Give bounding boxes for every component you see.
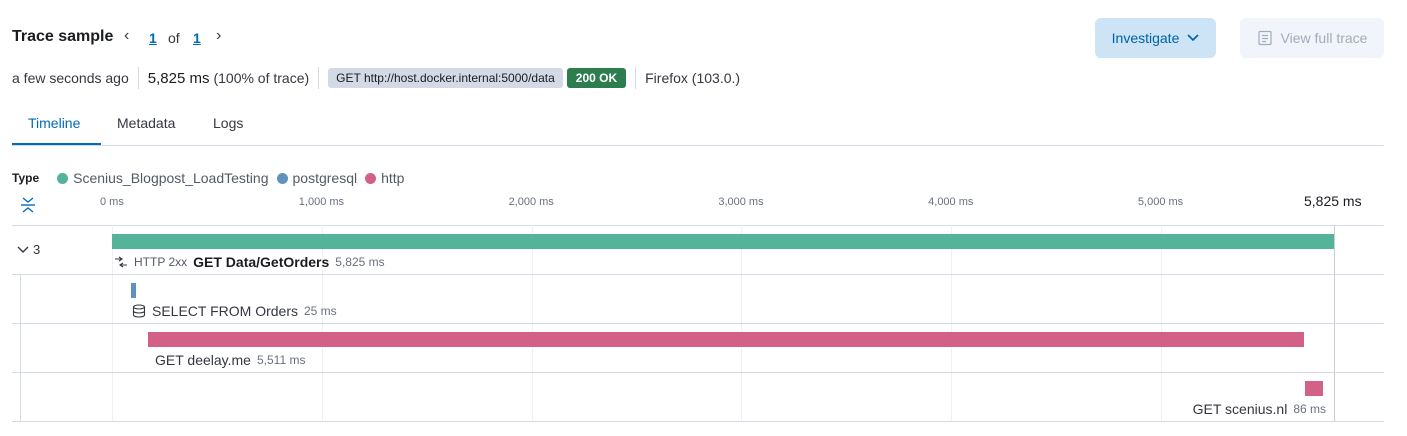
span-bar-http[interactable] (1304, 381, 1323, 396)
span-prefix: HTTP 2xx (134, 255, 188, 269)
child-count: 3 (33, 242, 41, 257)
child-indent-guide (20, 275, 21, 421)
axis-end-label: 5,825 ms (1304, 193, 1362, 209)
span-label-db[interactable]: SELECT FROM Orders 25 ms (132, 303, 337, 319)
collapse-all-icon[interactable] (19, 196, 37, 214)
span-bar-http[interactable] (147, 332, 1304, 347)
axis-tick-label: 4,000 ms (928, 196, 974, 208)
axis-tick-label: 0 ms (100, 196, 124, 208)
span-name: GET Data/GetOrders (193, 254, 330, 270)
span-duration: 5,825 ms (335, 255, 385, 269)
active-tab-indicator (12, 143, 101, 145)
span-name: GET scenius.nl (1192, 401, 1288, 417)
status-badge: 200 OK (566, 68, 627, 88)
chevron-down-icon (1187, 34, 1199, 42)
timestamp: a few seconds ago (12, 70, 129, 86)
tab-logs[interactable]: Logs (213, 115, 243, 131)
expand-toggle[interactable]: 3 (17, 242, 40, 257)
row-divider (12, 274, 1384, 275)
axis-tick-label: 1,000 ms (298, 196, 345, 208)
transaction-icon (115, 256, 127, 268)
divider (318, 67, 320, 89)
legend-item-service: Scenius_Blogpost_LoadTesting (57, 170, 269, 186)
axis-tick-label: 5,000 ms (1137, 196, 1184, 208)
span-duration: 86 ms (1293, 402, 1326, 416)
span-name: GET deelay.me (155, 352, 251, 368)
tabs-divider (12, 145, 1384, 146)
legend-item-postgresql: postgresql (276, 170, 358, 186)
tab-metadata[interactable]: Metadata (117, 115, 175, 131)
axis-tick-label: 2,000 ms (508, 196, 554, 208)
span-duration: 25 ms (304, 304, 337, 318)
timeline-bottom-border (12, 421, 1384, 422)
trace-duration: 5,825 ms (147, 69, 210, 87)
document-icon (1257, 30, 1272, 46)
database-icon (132, 304, 146, 318)
trace-sample-title: Trace sample (12, 28, 114, 45)
divider (137, 67, 139, 89)
legend-dot (276, 172, 288, 184)
legend-item-label: postgresql (292, 170, 358, 186)
user-agent: Firefox (103.0.) (645, 70, 741, 86)
span-bar-transaction[interactable] (112, 234, 1334, 249)
span-name: SELECT FROM Orders (152, 303, 298, 319)
view-full-trace-label: View full trace (1280, 30, 1368, 46)
row-divider (12, 323, 1384, 324)
next-page-icon[interactable]: › (216, 27, 221, 45)
investigate-button[interactable]: Investigate (1095, 18, 1216, 58)
request-url-badge: GET http://host.docker.internal:5000/dat… (328, 68, 563, 88)
previous-page-icon[interactable]: ‹ (124, 27, 129, 45)
legend-dot (57, 172, 69, 184)
timeline-top-border (12, 225, 1384, 226)
span-label-http[interactable]: GET scenius.nl 86 ms (1193, 401, 1326, 417)
page-of-label: of (168, 30, 180, 46)
tab-timeline[interactable]: Timeline (28, 115, 80, 131)
span-bar-db[interactable] (130, 283, 137, 298)
legend-dot (365, 172, 377, 184)
row-divider (12, 372, 1384, 373)
legend-item-label: Scenius_Blogpost_LoadTesting (73, 170, 269, 186)
axis-tick-label: 3,000 ms (718, 196, 764, 208)
divider (635, 67, 637, 89)
investigate-label: Investigate (1111, 30, 1180, 46)
duration-percentage: (100% of trace) (213, 70, 310, 86)
span-label-transaction[interactable]: HTTP 2xx GET Data/GetOrders 5,825 ms (114, 254, 385, 270)
span-label-http[interactable]: GET deelay.me 5,511 ms (155, 352, 305, 368)
legend-type-label: Type (12, 171, 40, 185)
type-legend: Type Scenius_Blogpost_LoadTesting postgr… (12, 170, 412, 186)
span-duration: 5,511 ms (256, 353, 306, 367)
legend-item-label: http (381, 170, 405, 186)
trace-summary: a few seconds ago 5,825 ms (100% of trac… (12, 67, 740, 89)
view-full-trace-button[interactable]: View full trace (1240, 18, 1384, 58)
total-pages-link[interactable]: 1 (193, 30, 201, 46)
current-page-link[interactable]: 1 (149, 30, 157, 46)
chevron-down-icon (17, 246, 29, 253)
legend-item-http: http (365, 170, 404, 186)
